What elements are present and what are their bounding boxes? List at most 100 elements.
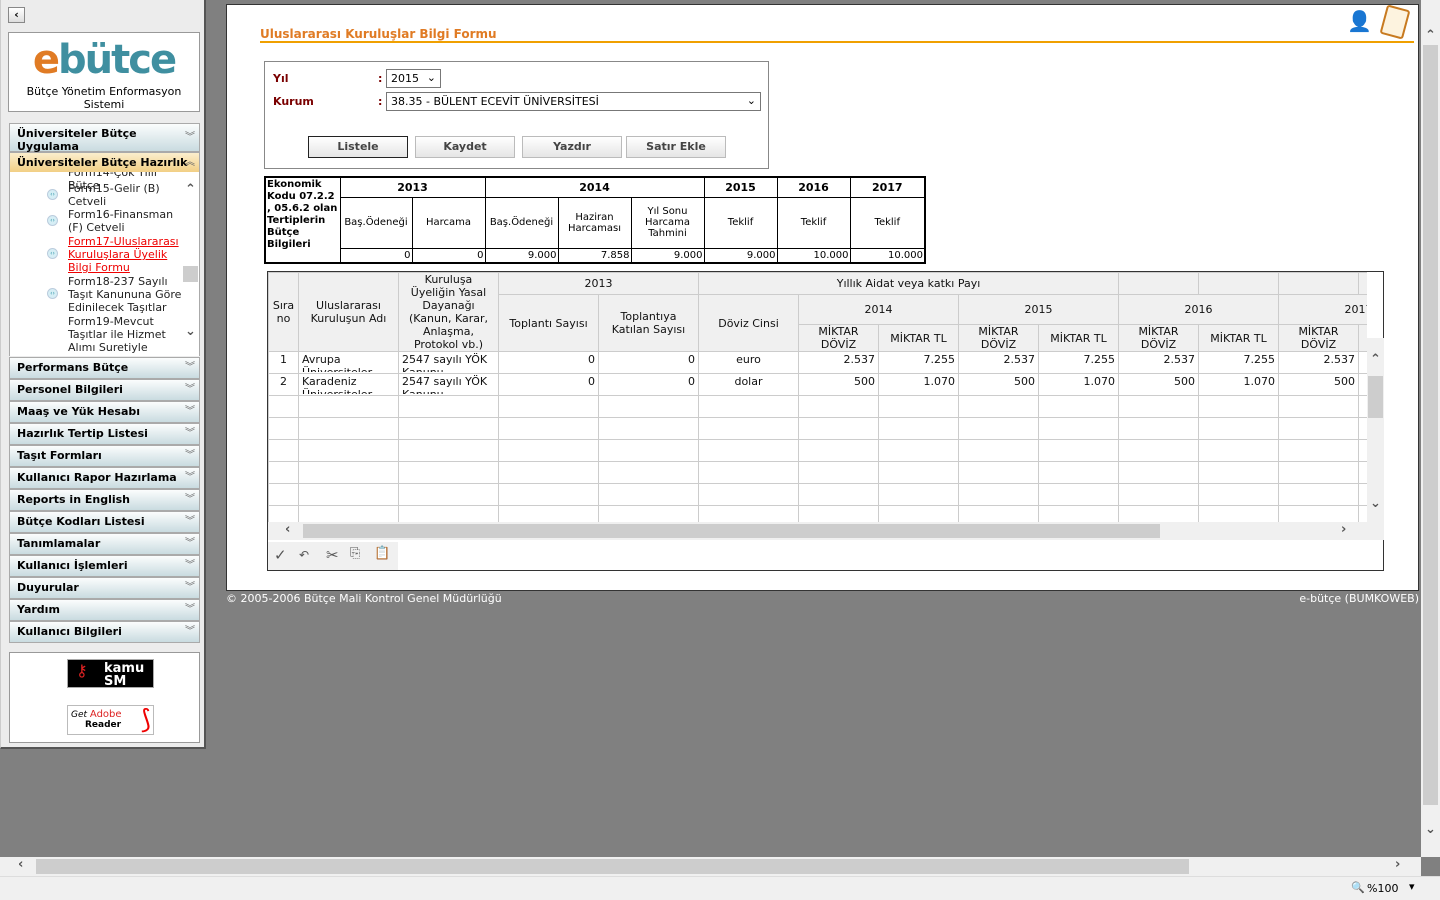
cell-empty[interactable] — [1037, 395, 1120, 418]
cell-empty[interactable] — [1198, 505, 1280, 522]
cell-empty[interactable] — [498, 461, 599, 484]
scroll-up-icon[interactable]: ⌃ — [185, 182, 196, 197]
menu-item[interactable]: Reports in English ︾ — [9, 489, 200, 511]
empty-row[interactable] — [268, 439, 1367, 462]
page-vertical-scrollbar[interactable]: ⌃ ⌄ — [1421, 0, 1440, 857]
cell-doviz[interactable]: dolar — [698, 373, 799, 396]
menu-item[interactable]: Yardım ︾ — [9, 599, 200, 621]
cell-empty[interactable] — [1358, 483, 1367, 506]
cell-empty[interactable] — [798, 439, 879, 462]
cell-empty[interactable] — [958, 417, 1039, 440]
cell-empty[interactable] — [1037, 417, 1120, 440]
year-select[interactable]: 2015 ⌄ — [386, 69, 441, 88]
menu-item[interactable]: Kullanıcı Rapor Hazırlama ︾ — [9, 467, 200, 489]
cell-empty[interactable] — [498, 395, 599, 418]
table-row[interactable]: 1Avrupa Üniversiteler Birliği2547 sayılı… — [268, 351, 1367, 374]
cell-empty[interactable] — [1118, 417, 1200, 440]
cell-empty[interactable] — [878, 417, 959, 440]
cell-empty[interactable] — [398, 395, 499, 418]
scroll-down-icon[interactable]: ⌄ — [1425, 822, 1436, 837]
submenu-item-active[interactable]: Form17-Uluslararası Kuruluşlara Üyelik B… — [68, 235, 186, 274]
cell-empty[interactable] — [268, 505, 299, 522]
cell-empty[interactable] — [698, 505, 799, 522]
cell-empty[interactable] — [598, 395, 699, 418]
scroll-up-icon[interactable]: ⌃ — [1425, 28, 1436, 43]
cell-empty[interactable] — [878, 505, 959, 522]
cell-katilan[interactable]: 0 — [598, 373, 699, 396]
cell-empty[interactable] — [958, 483, 1039, 506]
paste-icon[interactable]: 📋 — [374, 546, 390, 561]
scroll-down-icon[interactable]: ⌄ — [1370, 496, 1381, 511]
scroll-thumb[interactable] — [303, 524, 1160, 538]
scroll-right-icon[interactable]: › — [1341, 522, 1346, 537]
cell-miktar[interactable]: 7.255 — [878, 351, 959, 374]
cell-empty[interactable] — [878, 439, 959, 462]
help-user-icon[interactable]: 👤 — [1347, 9, 1372, 33]
cell-miktar[interactable]: 1.070 — [878, 373, 959, 396]
cell-empty[interactable] — [1358, 505, 1367, 522]
cell-empty[interactable] — [268, 395, 299, 418]
scroll-thumb[interactable] — [1423, 45, 1438, 805]
grid-vertical-scrollbar[interactable]: ⌃ ⌄ — [1367, 338, 1384, 522]
cell-empty[interactable] — [878, 461, 959, 484]
page-horizontal-scrollbar[interactable]: ‹ › — [0, 857, 1421, 876]
menu-item[interactable]: Duyurular ︾ — [9, 577, 200, 599]
cell-empty[interactable] — [798, 417, 879, 440]
cell-empty[interactable] — [1278, 461, 1360, 484]
check-icon[interactable]: ✓ — [274, 546, 287, 564]
cell-miktar[interactable]: 500 — [1118, 373, 1200, 396]
cell-empty[interactable] — [268, 483, 299, 506]
scroll-left-icon[interactable]: ‹ — [18, 857, 23, 872]
clipboard-icon[interactable] — [1379, 4, 1411, 40]
cell-miktar[interactable]: 500 — [958, 373, 1039, 396]
cell-empty[interactable] — [798, 461, 879, 484]
cell-yasal[interactable]: 2547 sayılı YÖK Kanunu — [398, 351, 499, 374]
scroll-up-icon[interactable]: ⌃ — [1370, 352, 1381, 367]
cell-miktar[interactable]: 7.255 — [1198, 351, 1280, 374]
satir-ekle-button[interactable]: Satır Ekle — [626, 136, 726, 158]
scroll-left-icon[interactable]: ‹ — [285, 522, 290, 537]
cell-empty[interactable] — [1118, 395, 1200, 418]
cell-empty[interactable] — [298, 439, 399, 462]
cell-no[interactable]: 2 — [268, 373, 299, 396]
cell-empty[interactable] — [398, 505, 499, 522]
cell-empty[interactable] — [1037, 483, 1120, 506]
chevron-down-icon[interactable]: ▾ — [1409, 880, 1415, 893]
cell-empty[interactable] — [598, 417, 699, 440]
cell-empty[interactable] — [1198, 483, 1280, 506]
cell-empty[interactable] — [878, 395, 959, 418]
cell-empty[interactable] — [958, 439, 1039, 462]
zoom-level[interactable]: %100 — [1367, 882, 1398, 895]
cell-empty[interactable] — [1037, 439, 1120, 462]
cell-empty[interactable] — [1037, 461, 1120, 484]
cell-yasal[interactable]: 2547 sayılı YÖK Kanunu — [398, 373, 499, 396]
cell-miktar[interactable]: 1.070 — [1198, 373, 1280, 396]
cell-empty[interactable] — [1198, 461, 1280, 484]
cell-empty[interactable] — [1118, 505, 1200, 522]
cell-miktar[interactable]: 2.537 — [958, 351, 1039, 374]
cell-empty[interactable] — [1358, 373, 1367, 396]
cell-empty[interactable] — [1278, 417, 1360, 440]
empty-row[interactable] — [268, 505, 1367, 522]
get-adobe-reader-link[interactable]: Get Adobe Reader ⟆ — [67, 705, 154, 735]
cell-empty[interactable] — [598, 439, 699, 462]
cell-empty[interactable] — [878, 483, 959, 506]
cell-miktar[interactable]: 2.537 — [798, 351, 879, 374]
submenu-item[interactable]: Form19-Mevcut Taşıtlar ile Hizmet Alımı … — [68, 315, 186, 354]
cell-empty[interactable] — [1118, 461, 1200, 484]
menu-universiteler-butce-hazirlik[interactable]: Üniversiteler Bütçe Hazırlık ︽ — [9, 152, 200, 173]
cell-miktar[interactable]: 7.255 — [1037, 351, 1120, 374]
empty-row[interactable] — [268, 417, 1367, 440]
cell-ad[interactable]: Karadeniz Üniversiteler Birliği — [298, 373, 399, 396]
cell-empty[interactable] — [1278, 439, 1360, 462]
menu-item[interactable]: Kullanıcı İşlemleri ︾ — [9, 555, 200, 577]
cell-empty[interactable] — [798, 395, 879, 418]
menu-item[interactable]: Taşıt Formları ︾ — [9, 445, 200, 467]
cell-empty[interactable] — [398, 417, 499, 440]
table-row[interactable]: 2Karadeniz Üniversiteler Birliği2547 say… — [268, 373, 1367, 396]
cell-empty[interactable] — [298, 417, 399, 440]
cell-empty[interactable] — [798, 505, 879, 522]
empty-row[interactable] — [268, 461, 1367, 484]
cell-empty[interactable] — [398, 483, 499, 506]
cell-empty[interactable] — [698, 439, 799, 462]
